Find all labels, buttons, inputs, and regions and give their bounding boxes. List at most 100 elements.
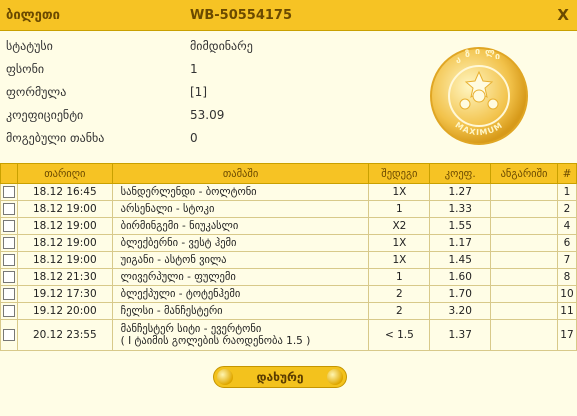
info-key: კოეფიციენტი bbox=[6, 108, 84, 122]
cell-result: < 1.5 bbox=[368, 319, 431, 351]
cell-checkbox bbox=[0, 234, 18, 252]
cell-checkbox bbox=[0, 200, 18, 218]
close-icon[interactable]: X bbox=[557, 6, 569, 24]
game-note: ( I ტაიმის გოლების რაოდენობა 1.5 ) bbox=[120, 335, 311, 347]
row-checkbox[interactable] bbox=[3, 220, 15, 232]
game-name: უიგანი - ასტონ ვილა bbox=[120, 254, 227, 266]
row-checkbox[interactable] bbox=[3, 203, 15, 215]
info-key: სტატუსი bbox=[6, 39, 53, 53]
row-checkbox[interactable] bbox=[3, 288, 15, 300]
cell-game: მანჩესტერ სიტი - ევერტონი( I ტაიმის გოლე… bbox=[111, 319, 370, 351]
table-row: 18.12 19:00 ბირმინგემი - ნიუკასლი X2 1.55 4 bbox=[0, 217, 577, 235]
cell-calc bbox=[490, 251, 558, 269]
close-button[interactable]: დახურე bbox=[213, 366, 347, 388]
cell-odds: 1.45 bbox=[429, 251, 492, 269]
cell-game: სანდერლენდი - ბოლტონი bbox=[111, 183, 370, 201]
cell-game: ბირმინგემი - ნიუკასლი bbox=[111, 217, 370, 235]
table-row: 18.12 21:30 ლივერპული - ფულემი 1 1.60 8 bbox=[0, 268, 577, 286]
cell-date: 18.12 19:00 bbox=[17, 234, 113, 252]
info-value: 1 bbox=[190, 62, 198, 76]
cell-date: 18.12 19:00 bbox=[17, 217, 113, 235]
row-checkbox[interactable] bbox=[3, 237, 15, 249]
game-name: არსენალი - სტოკი bbox=[120, 203, 215, 215]
game-name: ჩელსი - მანჩესტერი bbox=[120, 305, 223, 317]
cell-game: არსენალი - სტოკი bbox=[111, 200, 370, 218]
table-row: 18.12 19:00 ბლექბერნი - ვესტ ჰემი 1X 1.17 6 bbox=[0, 234, 577, 252]
ticket-label: ბილეთი bbox=[6, 8, 60, 23]
row-checkbox[interactable] bbox=[3, 186, 15, 198]
table-row: 19.12 20:00 ჩელსი - მანჩესტერი 2 3.20 11 bbox=[0, 302, 577, 320]
cell-odds: 1.17 bbox=[429, 234, 492, 252]
game-name: ბლექპული - ტოტენჰემი bbox=[120, 288, 241, 300]
cell-calc bbox=[490, 234, 558, 252]
cell-num: 17 bbox=[556, 319, 577, 351]
cell-odds: 3.20 bbox=[429, 302, 492, 320]
cell-num: 2 bbox=[556, 200, 577, 218]
game-name: მანჩესტერ სიტი - ევერტონი bbox=[120, 323, 262, 335]
ticket-header: ბილეთი WB-50554175 X bbox=[0, 0, 577, 31]
row-checkbox[interactable] bbox=[3, 254, 15, 266]
cell-checkbox bbox=[0, 183, 18, 201]
info-value: მიმდინარე bbox=[190, 39, 253, 53]
cell-game: ბლექბერნი - ვესტ ჰემი bbox=[111, 234, 370, 252]
game-name: ბლექბერნი - ვესტ ჰემი bbox=[120, 237, 237, 249]
cell-checkbox bbox=[0, 285, 18, 303]
row-checkbox[interactable] bbox=[3, 329, 15, 341]
col-result: შედეგი bbox=[368, 163, 431, 184]
info-value: 0 bbox=[190, 131, 198, 145]
cell-game: ჩელსი - მანჩესტერი bbox=[111, 302, 370, 320]
info-value: 53.09 bbox=[190, 108, 225, 122]
col-num: # bbox=[556, 163, 577, 184]
cell-checkbox bbox=[0, 319, 18, 351]
cell-calc bbox=[490, 302, 558, 320]
cell-date: 19.12 20:00 bbox=[17, 302, 113, 320]
cell-date: 19.12 17:30 bbox=[17, 285, 113, 303]
cell-calc bbox=[490, 285, 558, 303]
cell-game: ლივერპული - ფულემი bbox=[111, 268, 370, 286]
ball-icon bbox=[327, 369, 343, 385]
cell-date: 18.12 21:30 bbox=[17, 268, 113, 286]
cell-num: 7 bbox=[556, 251, 577, 269]
cell-num: 6 bbox=[556, 234, 577, 252]
cell-result: 1X bbox=[368, 234, 431, 252]
info-key: ფსონი bbox=[6, 62, 45, 76]
cell-date: 20.12 23:55 bbox=[17, 319, 113, 351]
cell-num: 11 bbox=[556, 302, 577, 320]
row-checkbox[interactable] bbox=[3, 271, 15, 283]
col-date: თარიღი bbox=[17, 163, 113, 184]
info-key: მოგებული თანხა bbox=[6, 131, 105, 145]
table-row: 20.12 23:55 მანჩესტერ სიტი - ევერტონი( I … bbox=[0, 319, 577, 351]
cell-num: 1 bbox=[556, 183, 577, 201]
cell-odds: 1.55 bbox=[429, 217, 492, 235]
col-calc: ანგარიში bbox=[490, 163, 558, 184]
info-value: [1] bbox=[190, 85, 207, 99]
table-row: 18.12 19:00 არსენალი - სტოკი 1 1.33 2 bbox=[0, 200, 577, 218]
cell-calc bbox=[490, 319, 558, 351]
cell-game: ბლექპული - ტოტენჰემი bbox=[111, 285, 370, 303]
table-row: 19.12 17:30 ბლექპული - ტოტენჰემი 2 1.70 10 bbox=[0, 285, 577, 303]
cell-checkbox bbox=[0, 251, 18, 269]
cell-date: 18.12 19:00 bbox=[17, 200, 113, 218]
row-checkbox[interactable] bbox=[3, 305, 15, 317]
cell-odds: 1.33 bbox=[429, 200, 492, 218]
cell-num: 10 bbox=[556, 285, 577, 303]
cell-num: 8 bbox=[556, 268, 577, 286]
cell-date: 18.12 16:45 bbox=[17, 183, 113, 201]
cell-game: უიგანი - ასტონ ვილა bbox=[111, 251, 370, 269]
svg-text:ი: ი bbox=[495, 52, 500, 62]
cell-checkbox bbox=[0, 302, 18, 320]
bets-table: თარიღი თამაში შედეგი კოეფ. ანგარიში # 18… bbox=[0, 163, 577, 351]
cell-odds: 1.60 bbox=[429, 268, 492, 286]
ticket-id: WB-50554175 bbox=[190, 8, 293, 23]
table-row: 18.12 19:00 უიგანი - ასტონ ვილა 1X 1.45 7 bbox=[0, 251, 577, 269]
cell-odds: 1.37 bbox=[429, 319, 492, 351]
table-row: 18.12 16:45 სანდერლენდი - ბოლტონი 1X 1.27 1 bbox=[0, 183, 577, 201]
cell-result: 1X bbox=[368, 251, 431, 269]
svg-text:ა: ა bbox=[456, 56, 461, 66]
cell-result: 1X bbox=[368, 183, 431, 201]
cell-result: X2 bbox=[368, 217, 431, 235]
col-checkbox bbox=[0, 163, 18, 184]
cell-result: 1 bbox=[368, 268, 431, 286]
cell-date: 18.12 19:00 bbox=[17, 251, 113, 269]
svg-text:ლ: ლ bbox=[485, 48, 495, 58]
